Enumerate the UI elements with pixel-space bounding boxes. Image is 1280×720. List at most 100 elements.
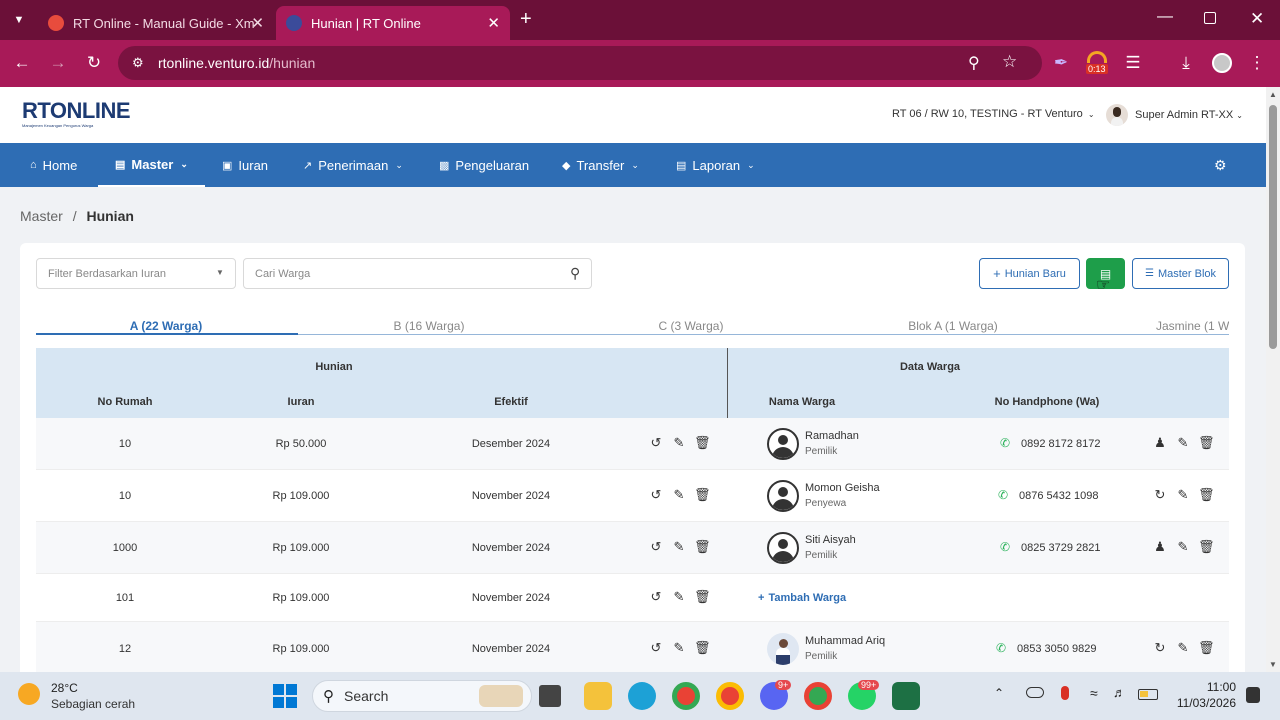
nav-laporan[interactable]: ▤ Laporan ⌄: [676, 143, 755, 187]
close-tab-icon[interactable]: ✕: [487, 14, 500, 32]
iuran-filter-placeholder: Filter Berdasarkan Iuran: [48, 267, 166, 280]
search-placeholder: Cari Warga: [255, 267, 311, 280]
user-menu[interactable]: Super Admin RT-XX ⌄: [1106, 103, 1243, 127]
scroll-up-icon[interactable]: ▲: [1269, 90, 1277, 99]
new-tab-icon[interactable]: +: [520, 8, 532, 31]
page-scrollbar[interactable]: ▲ ▼: [1266, 87, 1280, 672]
timer-extension-icon[interactable]: 0:13: [1085, 51, 1109, 77]
header-efektif: Efektif: [494, 396, 528, 408]
scroll-down-icon[interactable]: ▼: [1269, 660, 1277, 669]
tab-label: B (16 Warga): [393, 319, 465, 333]
tab-label: Blok A (1 Warga): [908, 319, 998, 333]
search-warga-input[interactable]: Cari Warga ⚲: [243, 258, 592, 289]
list-icon: ☰: [1144, 268, 1154, 279]
nav-transfer[interactable]: ◆ Transfer ⌄: [562, 143, 639, 187]
chrome-profile-icon[interactable]: [672, 682, 700, 710]
hunian-baru-button[interactable]: + Hunian Baru: [979, 258, 1080, 289]
settings-gear-icon[interactable]: ⚙: [1214, 143, 1227, 187]
nav-home[interactable]: ⌂ Home: [30, 143, 77, 187]
nav-penerimaan[interactable]: ↗ Penerimaan ⌄: [303, 143, 403, 187]
tab-jasmine[interactable]: Jasmine (1 W: [1156, 319, 1229, 333]
reload-icon[interactable]: ↻: [83, 53, 105, 73]
chrome-profile-2-icon[interactable]: [804, 682, 832, 710]
breadcrumb-parent[interactable]: Master: [20, 208, 63, 224]
windows-taskbar: 28°C Sebagian cerah ⚲ Search 9+ 99+ ⌃ ≈ …: [0, 672, 1280, 720]
tab-blok-a-2[interactable]: Blok A (1 Warga): [823, 319, 1083, 333]
nav-label: Home: [42, 157, 78, 173]
excel-icon[interactable]: [892, 682, 920, 710]
weather-widget[interactable]: 28°C Sebagian cerah: [16, 679, 156, 713]
active-tab-indicator: [36, 333, 298, 335]
browser-tab-active[interactable]: Hunian | RT Online ✕: [276, 6, 510, 40]
chrome-icon[interactable]: [716, 682, 744, 710]
card-icon: ▣: [222, 159, 233, 172]
nav-pengeluaran[interactable]: ▩ Pengeluaran: [439, 143, 529, 187]
group-header-data-warga: Data Warga: [899, 361, 961, 373]
header-no-rumah: No Rumah: [97, 396, 153, 408]
restore-icon[interactable]: [1204, 12, 1216, 24]
close-tab-icon[interactable]: ✕: [251, 14, 264, 32]
extensions-puzzle-icon[interactable]: ☰: [1122, 53, 1144, 73]
whatsapp-badge: 99+: [858, 680, 880, 690]
nav-label: Iuran: [238, 157, 269, 173]
iuran-filter-select[interactable]: Filter Berdasarkan Iuran ▼: [36, 258, 236, 289]
tab-blok-b[interactable]: B (16 Warga): [299, 319, 559, 333]
master-blok-button[interactable]: ☰ Master Blok: [1132, 258, 1229, 289]
forward-icon[interactable]: →: [47, 53, 69, 73]
search-icon[interactable]: ⚲: [570, 265, 580, 282]
clock[interactable]: 11:00 11/03/2026: [1170, 680, 1236, 710]
feather-extension-icon[interactable]: ✒: [1050, 53, 1072, 73]
file-explorer-icon[interactable]: [584, 682, 612, 710]
bookmark-star-icon[interactable]: ☆: [1002, 52, 1017, 72]
chevron-down-icon: ⌄: [1087, 110, 1095, 119]
nav-label: Pengeluaran: [455, 157, 530, 173]
weather-temp: 28°C: [51, 681, 78, 695]
app-header: RTONLINE Manajemen Keuangan Pengurus War…: [0, 87, 1266, 143]
app-logo[interactable]: RTONLINE Manajemen Keuangan Pengurus War…: [22, 99, 132, 131]
tray-overflow-icon[interactable]: ⌃: [994, 686, 1004, 700]
receipt-icon: ▩: [439, 159, 450, 172]
onedrive-icon[interactable]: [1026, 687, 1044, 698]
nav-master[interactable]: ▤ Master ⌄: [98, 143, 205, 187]
microphone-icon[interactable]: [1061, 686, 1069, 700]
tab-blok-a[interactable]: A (22 Warga): [36, 319, 296, 333]
profile-avatar[interactable]: [1212, 53, 1232, 73]
chevron-down-icon: ⌄: [747, 159, 755, 170]
browser-menu-icon[interactable]: ⋮: [1246, 53, 1268, 73]
download-icon[interactable]: ⤓: [1175, 53, 1197, 73]
volume-icon[interactable]: ♬: [1113, 685, 1126, 700]
minimize-icon[interactable]: —: [1157, 8, 1173, 26]
browser-toolbar: ← → ↻ ⚙ rtonline.venturo.id/hunian ⚲ ☆ ✒…: [0, 40, 1280, 87]
battery-icon[interactable]: [1138, 689, 1158, 700]
rtonline-favicon-icon: [286, 15, 302, 31]
site-info-icon[interactable]: ⚙: [132, 55, 144, 71]
nav-iuran[interactable]: ▣ Iuran: [222, 143, 268, 187]
wifi-icon[interactable]: ≈: [1090, 685, 1098, 701]
caret-down-icon: ▼: [216, 268, 224, 277]
org-selector[interactable]: RT 06 / RW 10, TESTING - RT Venturo ⌄: [892, 108, 1095, 120]
notification-icon[interactable]: [1246, 687, 1260, 703]
tab-title: Hunian | RT Online: [311, 15, 421, 31]
hunian-card: Filter Berdasarkan Iuran ▼ Cari Warga ⚲ …: [20, 243, 1245, 672]
report-icon: ▤: [676, 159, 687, 172]
start-windows-icon[interactable]: [273, 684, 297, 708]
user-name: Super Admin RT-XX: [1135, 109, 1234, 121]
browser-tab[interactable]: RT Online - Manual Guide - Xm ✕: [38, 6, 274, 40]
url-path: /hunian: [269, 55, 316, 71]
address-bar[interactable]: ⚙ rtonline.venturo.id/hunian ⚲ ☆: [118, 46, 1042, 80]
scroll-thumb[interactable]: [1269, 105, 1277, 349]
edge-icon[interactable]: [628, 682, 656, 710]
close-window-icon[interactable]: ✕: [1250, 9, 1264, 29]
group-header-hunian: Hunian: [315, 361, 353, 373]
user-avatar: [1106, 104, 1128, 126]
task-view-icon[interactable]: [539, 685, 561, 707]
taskbar-search[interactable]: ⚲ Search: [312, 680, 532, 712]
logo-text: RTONLINE: [22, 98, 131, 123]
chevron-down-icon: ⌄: [180, 158, 188, 169]
tambah-warga-link[interactable]: + Tambah Warga: [758, 592, 846, 604]
tab-search-button[interactable]: ▼: [8, 10, 30, 30]
nav-label: Master: [131, 156, 174, 172]
back-icon[interactable]: ←: [11, 53, 33, 73]
tab-blok-c[interactable]: C (3 Warga): [561, 319, 821, 333]
zoom-icon[interactable]: ⚲: [968, 53, 980, 73]
